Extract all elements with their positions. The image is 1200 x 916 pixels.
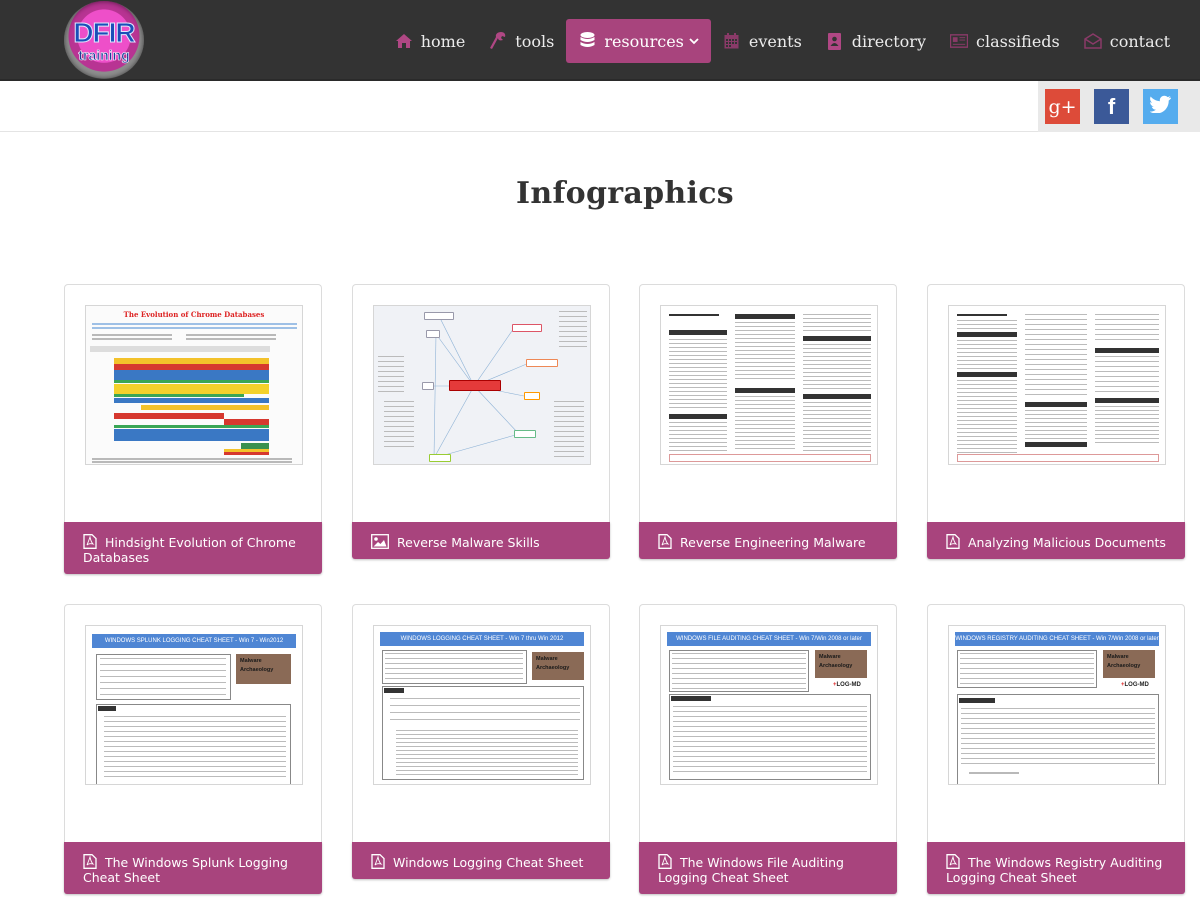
card-thumbnail-frame[interactable] (927, 284, 1185, 522)
log-md-sponsor: +LOG-MD (1121, 682, 1149, 688)
infographic-card: WINDOWS FILE AUDITING CHEAT SHEET - Win … (639, 604, 897, 894)
pdf-file-icon (946, 854, 960, 869)
thumbnail-title: The Evolution of Chrome Databases (123, 310, 265, 319)
facebook-icon: f (1107, 93, 1116, 119)
pdf-file-icon (946, 534, 960, 549)
infographic-card: The Evolution of Chrome Databases Hindsi… (64, 284, 322, 574)
thumbnail-title: WINDOWS REGISTRY AUDITING CHEAT SHEET - … (955, 632, 1159, 646)
card-title: Reverse Malware Skills (397, 535, 540, 550)
thumbnail-windows-registry-auditing[interactable]: WINDOWS REGISTRY AUDITING CHEAT SHEET - … (948, 625, 1166, 785)
nav-label-classifieds: classifieds (975, 31, 1060, 51)
card-title: Analyzing Malicious Documents (968, 535, 1166, 550)
card-title-button[interactable]: Reverse Engineering Malware (639, 522, 897, 559)
card-thumbnail-frame[interactable] (352, 284, 610, 522)
card-title: The Windows Splunk Logging Cheat Sheet (83, 855, 288, 885)
pdf-file-icon (658, 534, 672, 549)
infographic-card: Analyzing Malicious Documents (927, 284, 1185, 559)
card-thumbnail-frame[interactable]: The Evolution of Chrome Databases (64, 284, 322, 522)
nav-item-directory[interactable]: directory (814, 19, 938, 63)
card-title: Reverse Engineering Malware (680, 535, 866, 550)
share-bar: g+ f (0, 81, 1200, 132)
infographic-card: WINDOWS SPLUNK LOGGING CHEAT SHEET - Win… (64, 604, 322, 894)
social-share-buttons: g+ f (1038, 81, 1200, 132)
card-thumbnail-frame[interactable]: WINDOWS FILE AUDITING CHEAT SHEET - Win … (639, 604, 897, 842)
card-thumbnail-frame[interactable] (639, 284, 897, 522)
nav-label-tools: tools (515, 31, 555, 51)
card-title-button[interactable]: The Windows Splunk Logging Cheat Sheet (64, 842, 322, 894)
calendar-icon (723, 32, 741, 50)
card-title-button[interactable]: Reverse Malware Skills (352, 522, 610, 559)
nav-item-events[interactable]: events (711, 19, 814, 63)
card-title-button[interactable]: Analyzing Malicious Documents (927, 522, 1185, 559)
newspaper-icon (949, 32, 968, 50)
facebook-share-button[interactable]: f (1094, 89, 1129, 124)
thumbnail-title: WINDOWS FILE AUDITING CHEAT SHEET - Win … (667, 632, 871, 646)
malware-archaeology-badge: Malware Archaeology (1103, 650, 1155, 678)
thumbnail-windows-splunk-logging[interactable]: WINDOWS SPLUNK LOGGING CHEAT SHEET - Win… (85, 625, 303, 785)
card-title: Windows Logging Cheat Sheet (393, 855, 584, 870)
thumbnail-windows-file-auditing[interactable]: WINDOWS FILE AUDITING CHEAT SHEET - Win … (660, 625, 878, 785)
log-md-sponsor: +LOG-MD (833, 682, 861, 688)
thumbnail-reverse-malware-skills[interactable] (373, 305, 591, 465)
card-title-button[interactable]: Hindsight Evolution of Chrome Databases (64, 522, 322, 574)
logo-text-dfir: DFIR (73, 17, 136, 48)
thumbnail-chrome-databases[interactable]: The Evolution of Chrome Databases (85, 305, 303, 465)
card-title: The Windows Registry Auditing Logging Ch… (946, 855, 1163, 885)
malware-archaeology-badge: Malware Archaeology (815, 650, 867, 678)
card-title: The Windows File Auditing Logging Cheat … (658, 855, 844, 885)
infographic-card: Reverse Engineering Malware (639, 284, 897, 559)
image-icon (371, 534, 389, 549)
nav-item-resources[interactable]: resources (566, 19, 711, 63)
home-icon (395, 32, 413, 50)
nav-item-contact[interactable]: contact (1072, 19, 1182, 63)
card-title: Hindsight Evolution of Chrome Databases (83, 535, 296, 565)
main-nav: home tools resources events directory cl… (383, 19, 1182, 63)
nav-label-events: events (748, 31, 802, 51)
pdf-file-icon (658, 854, 672, 869)
top-navbar: DFIR training home tools resources event… (0, 0, 1200, 81)
pdf-file-icon (83, 854, 97, 869)
wrench-icon (489, 32, 507, 50)
address-book-icon (826, 32, 844, 50)
card-thumbnail-frame[interactable]: WINDOWS REGISTRY AUDITING CHEAT SHEET - … (927, 604, 1185, 842)
card-thumbnail-frame[interactable]: WINDOWS SPLUNK LOGGING CHEAT SHEET - Win… (64, 604, 322, 842)
malware-archaeology-badge: Malware Archaeology (236, 654, 291, 684)
dfir-training-logo[interactable]: DFIR training (64, 1, 144, 79)
chevron-down-icon (689, 35, 699, 48)
infographic-card: WINDOWS REGISTRY AUDITING CHEAT SHEET - … (927, 604, 1185, 894)
pdf-file-icon (371, 854, 385, 869)
nav-item-home[interactable]: home (383, 19, 478, 63)
nav-label-resources: resources (604, 31, 684, 51)
infographic-card: Reverse Malware Skills (352, 284, 610, 559)
twitter-bird-icon (1148, 95, 1172, 118)
logo-text-training: training (78, 47, 130, 63)
google-plus-share-button[interactable]: g+ (1045, 89, 1080, 124)
malware-archaeology-badge: Malware Archaeology (532, 652, 584, 680)
nav-label-contact: contact (1109, 31, 1170, 51)
card-thumbnail-frame[interactable]: WINDOWS LOGGING CHEAT SHEET - Win 7 thru… (352, 604, 610, 842)
nav-label-home: home (420, 31, 466, 51)
thumbnail-title: WINDOWS LOGGING CHEAT SHEET - Win 7 thru… (380, 632, 584, 646)
twitter-share-button[interactable] (1143, 89, 1178, 124)
envelope-open-icon (1083, 32, 1102, 50)
google-plus-icon: g+ (1048, 95, 1077, 118)
thumbnail-title: WINDOWS SPLUNK LOGGING CHEAT SHEET - Win… (92, 634, 296, 648)
nav-label-directory: directory (851, 31, 926, 51)
thumbnail-analyzing-malicious-documents[interactable] (948, 305, 1166, 465)
nav-item-classifieds[interactable]: classifieds (938, 19, 1072, 63)
pdf-file-icon (83, 534, 97, 549)
card-title-button[interactable]: The Windows File Auditing Logging Cheat … (639, 842, 897, 894)
infographic-card: WINDOWS LOGGING CHEAT SHEET - Win 7 thru… (352, 604, 610, 879)
nav-item-tools[interactable]: tools (477, 19, 566, 63)
card-title-button[interactable]: The Windows Registry Auditing Logging Ch… (927, 842, 1185, 894)
thumbnail-windows-logging[interactable]: WINDOWS LOGGING CHEAT SHEET - Win 7 thru… (373, 625, 591, 785)
thumbnail-reverse-engineering-malware[interactable] (660, 305, 878, 465)
database-icon (578, 32, 596, 50)
page-title: Infographics (516, 176, 734, 211)
card-title-button[interactable]: Windows Logging Cheat Sheet (352, 842, 610, 879)
